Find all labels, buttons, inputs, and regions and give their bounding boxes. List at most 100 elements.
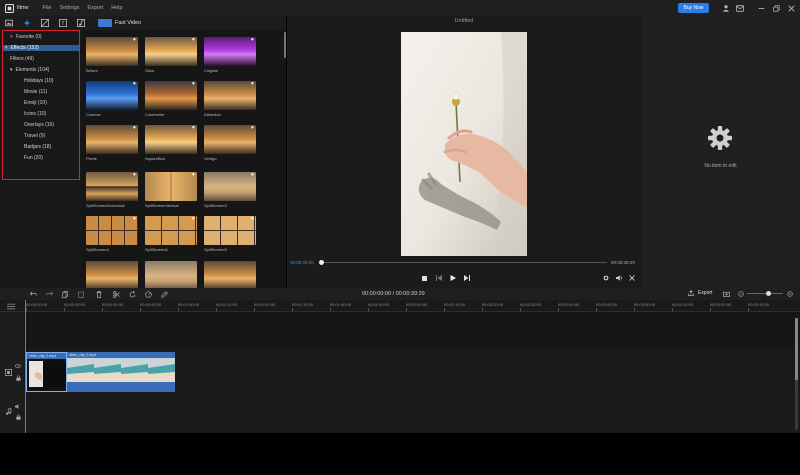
app-name: filme	[17, 5, 29, 11]
transitions-icon[interactable]	[40, 18, 50, 28]
ruler-label: 00:01:00:00	[178, 302, 200, 307]
next-frame-icon[interactable]	[463, 274, 471, 282]
effect-thumbnail[interactable]: ♥	[204, 81, 256, 110]
volume-icon[interactable]	[615, 274, 623, 282]
message-icon[interactable]	[735, 3, 745, 13]
track-menu-icon[interactable]	[7, 303, 17, 311]
effect-thumbnail[interactable]	[86, 261, 138, 290]
preview-progress-knob[interactable]	[319, 260, 324, 265]
favorite-heart-icon[interactable]: ♥	[251, 82, 254, 87]
library-scrollbar[interactable]	[284, 32, 286, 58]
zoom-slider-knob[interactable]	[766, 291, 771, 296]
fullscreen-icon[interactable]	[628, 274, 636, 282]
effect-thumbnail[interactable]: ♥	[145, 81, 197, 110]
ruler-tick	[330, 308, 331, 311]
effects-icon[interactable]	[22, 18, 32, 28]
effect-thumbnail[interactable]: ♥	[204, 125, 256, 154]
effect-thumbnail[interactable]	[204, 261, 256, 290]
media-icon[interactable]	[4, 18, 14, 28]
effect-thumbnail[interactable]: ♥	[145, 37, 197, 66]
timeline-clip[interactable]: video_clip_2.mp4	[67, 352, 175, 392]
favorite-heart-icon[interactable]: ♥	[192, 173, 195, 178]
snapshot-icon[interactable]	[722, 290, 730, 298]
favorite-heart-icon[interactable]: ♥	[133, 173, 136, 178]
copy-icon[interactable]	[61, 290, 69, 298]
ruler-tick	[406, 308, 407, 311]
properties-panel	[641, 16, 800, 288]
redo-icon[interactable]	[45, 290, 53, 298]
preview-progress-bar[interactable]	[322, 262, 607, 263]
favorite-heart-icon[interactable]: ♥	[192, 126, 195, 131]
ruler-tick	[140, 308, 141, 311]
music-icon[interactable]	[76, 18, 86, 28]
zoom-out-icon[interactable]	[737, 290, 745, 298]
menu-file[interactable]: File	[43, 5, 52, 11]
rotate-icon[interactable]	[128, 290, 136, 298]
timeline-scrollbar-thumb[interactable]	[795, 318, 798, 380]
favorite-heart-icon[interactable]: ♥	[133, 38, 136, 43]
preview-settings-icon[interactable]	[602, 274, 610, 282]
text-icon[interactable]: T	[58, 18, 68, 28]
paste-icon[interactable]	[77, 290, 85, 298]
restore-icon[interactable]	[771, 3, 781, 13]
track-lock-icon[interactable]	[14, 374, 22, 382]
delete-icon[interactable]	[95, 290, 103, 298]
effect-thumbnail[interactable]: ♥	[86, 81, 138, 110]
effect-thumbnail[interactable]: ♥	[145, 125, 197, 154]
favorite-heart-icon[interactable]: ♥	[133, 217, 136, 222]
export-label: Export	[698, 290, 713, 296]
effect-thumbnail[interactable]: ♥	[204, 37, 256, 66]
menu-export[interactable]: Export	[87, 5, 103, 11]
fast-video-button[interactable]: Fast Video	[98, 19, 141, 27]
effect-thumbnail[interactable]: ♥	[204, 172, 256, 201]
effect-label: SplitScreen4	[86, 247, 109, 252]
close-icon[interactable]	[786, 3, 796, 13]
effect-thumbnail[interactable]: ♥	[145, 216, 197, 245]
favorite-heart-icon[interactable]: ♥	[251, 38, 254, 43]
minimize-icon[interactable]	[756, 3, 766, 13]
favorite-heart-icon[interactable]: ♥	[192, 82, 195, 87]
ruler-tick	[444, 308, 445, 311]
favorite-heart-icon[interactable]: ♥	[251, 126, 254, 131]
buy-now-button[interactable]: Buy Now	[678, 3, 709, 13]
user-icon[interactable]	[721, 3, 731, 13]
effect-thumbnail[interactable]: ♥	[204, 216, 256, 245]
effect-thumbnail[interactable]: ♥	[86, 125, 138, 154]
split-icon[interactable]	[112, 290, 120, 298]
ruler-label: 00:00:20:00	[64, 302, 86, 307]
play-icon[interactable]	[449, 274, 457, 282]
menu-settings[interactable]: Settings	[60, 5, 80, 11]
favorite-heart-icon[interactable]: ♥	[192, 38, 195, 43]
zoom-slider[interactable]	[747, 293, 783, 294]
audio-track[interactable]	[24, 394, 800, 432]
export-button[interactable]: Export	[688, 290, 712, 296]
ruler-label: 00:02:20:00	[482, 302, 504, 307]
effect-thumbnail[interactable]: ♥	[86, 37, 138, 66]
favorite-heart-icon[interactable]: ♥	[251, 173, 254, 178]
favorite-heart-icon[interactable]: ♥	[133, 126, 136, 131]
playhead[interactable]	[25, 300, 26, 433]
favorite-heart-icon[interactable]: ♥	[251, 217, 254, 222]
ruler-tick	[216, 308, 217, 311]
undo-icon[interactable]	[29, 290, 37, 298]
edit-icon[interactable]	[160, 290, 168, 298]
favorite-heart-icon[interactable]: ♥	[192, 217, 195, 222]
effect-thumbnail[interactable]: ♥	[86, 172, 138, 201]
zoom-in-icon[interactable]	[786, 290, 794, 298]
effect-thumbnail[interactable]	[145, 261, 197, 290]
svg-text:T: T	[61, 21, 65, 27]
track-visibility-icon[interactable]	[14, 362, 22, 370]
ruler-label: 00:02:00:00	[406, 302, 428, 307]
effect-thumbnail[interactable]: ♥	[86, 216, 138, 245]
previous-frame-icon[interactable]	[435, 274, 443, 282]
speed-icon[interactable]	[144, 290, 152, 298]
favorite-heart-icon[interactable]: ♥	[133, 82, 136, 87]
timeline-clip[interactable]: video_clip_1.mp4	[26, 352, 67, 392]
stop-icon[interactable]	[420, 274, 428, 282]
audio-lock-icon[interactable]	[14, 413, 22, 421]
effect-label: SplitScreenVertical	[145, 203, 179, 208]
effect-label: SquareBlur	[145, 156, 166, 161]
effect-thumbnail[interactable]: ♥	[145, 172, 197, 201]
menu-help[interactable]: Help	[111, 5, 122, 11]
audio-mute-icon[interactable]	[14, 402, 22, 410]
